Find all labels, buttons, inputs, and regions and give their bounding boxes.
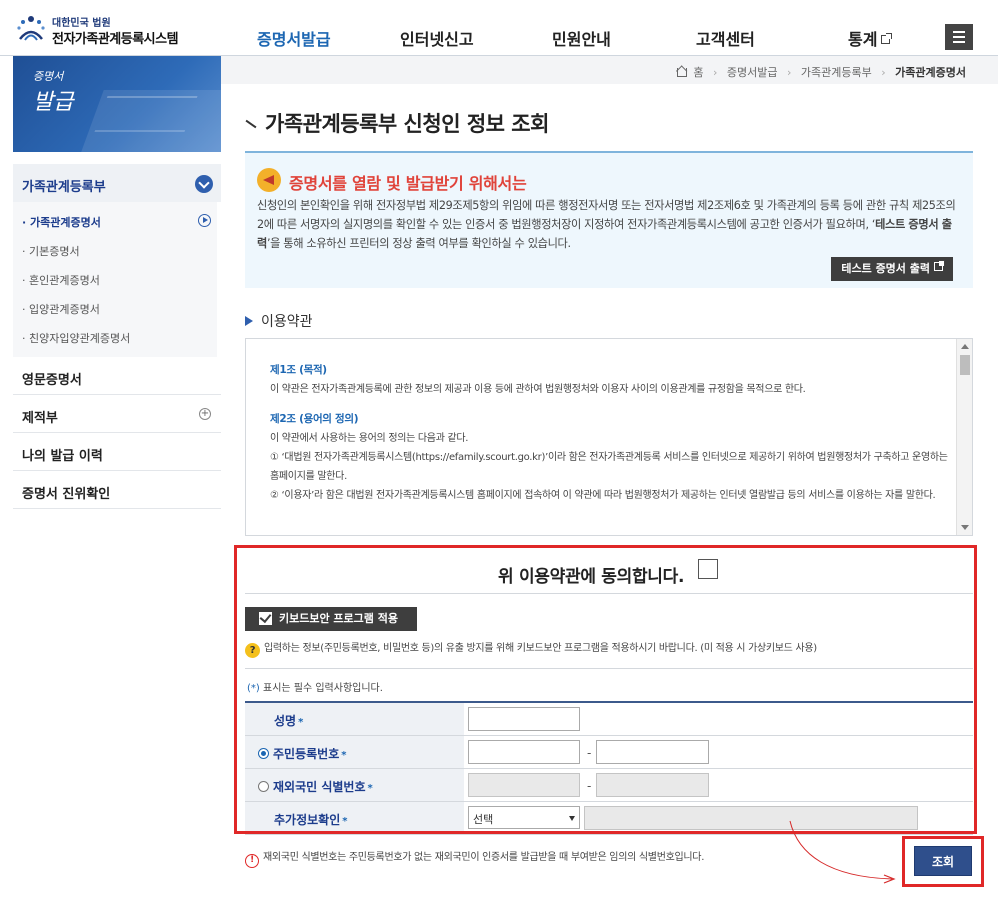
external-link-icon: [934, 260, 945, 271]
court-name: 대한민국 법원: [52, 18, 111, 29]
scroll-down-icon[interactable]: [961, 525, 969, 530]
exclamation-icon: !: [245, 854, 259, 868]
nav-civil-guide[interactable]: 민원안내: [552, 26, 611, 50]
terms-article-1-body: 이 약관은 전자가족관계등록에 관한 정보의 제공과 이용 등에 관하여 법원행…: [270, 384, 806, 395]
breadcrumb-current: 가족관계증명서: [895, 66, 966, 79]
breadcrumb-bar: 홈 › 증명서발급 › 가족관계등록부 › 가족관계증명서: [221, 56, 998, 84]
side-group-family-register[interactable]: 가족관계등록부: [13, 164, 221, 202]
side-sub-full-adoption[interactable]: · 친양자입양관계증명서: [13, 322, 217, 351]
terms-article-2-item-1: ① ‘대법원 전자가족관계등록시스템(https://efamily.scour…: [270, 452, 948, 482]
side-banner: 증명서 발급: [13, 56, 221, 152]
nav-statistics-label: 통계: [848, 30, 878, 49]
side-sub-marriage[interactable]: · 혼인관계증명서: [13, 264, 217, 293]
terms-article-2-title: 제2조 (용어의 정의): [270, 413, 359, 425]
scroll-thumb[interactable]: [960, 355, 970, 375]
foreign-id-warning: ! 재외국민 식별번호는 주민등록번호가 없는 재외국민이 인증서를 발급받을 때…: [245, 848, 704, 868]
nav-internet-report[interactable]: 인터넷신고: [400, 26, 474, 50]
test-print-button[interactable]: 테스트 증명서 출력: [831, 257, 953, 281]
side-item-removed-register[interactable]: 제적부 +: [13, 395, 221, 433]
page-title: 가족관계등록부 신청인 정보 조회: [245, 108, 549, 138]
form-highlight-box: [234, 545, 977, 834]
nav-customer-center[interactable]: 고객센터: [696, 26, 755, 50]
breadcrumb: 홈 › 증명서발급 › 가족관계등록부 › 가족관계증명서: [676, 64, 966, 80]
terms-scrollbar[interactable]: [956, 339, 972, 535]
terms-article-2-body: 이 약관에서 사용하는 용어의 정의는 다음과 같다.: [270, 433, 469, 444]
banner-big-text: 발급: [33, 90, 74, 115]
megaphone-icon: [257, 168, 281, 192]
terms-article-2-item-2: ② ‘이용자’라 함은 대법원 전자가족관계등록시스템 홈페이지에 접속하여 이…: [270, 490, 936, 501]
system-name: 전자가족관계등록시스템: [52, 32, 179, 47]
side-item-my-history[interactable]: 나의 발급 이력: [13, 433, 221, 471]
side-item-english-cert[interactable]: 영문증명서: [13, 357, 221, 395]
terms-section-title: 이용약관: [245, 311, 313, 331]
curved-arrow-icon: [789, 820, 896, 884]
banner-small-text: 증명서: [33, 70, 64, 83]
notice-body: 신청인의 본인확인을 위해 전자정부법 제29조제5항의 위임에 따른 행정전자…: [257, 199, 956, 250]
header: 대한민국 법원 전자가족관계등록시스템 증명서발급 인터넷신고 민원안내 고객센…: [0, 0, 998, 56]
breadcrumb-home[interactable]: 홈: [693, 66, 703, 79]
search-button[interactable]: 조회: [914, 846, 972, 876]
side-sub-adoption[interactable]: · 입양관계증명서: [13, 293, 217, 322]
side-nav: 가족관계등록부 · 가족관계증명서 · 기본증명서 · 혼인관계증명서 · 입양…: [13, 164, 221, 509]
notice-title: 증명서를 열람 및 발급받기 위해서는: [289, 174, 527, 193]
external-link-icon: [881, 33, 893, 44]
nav-certificate[interactable]: 증명서발급: [257, 26, 331, 50]
terms-article-1-title: 제1조 (목적): [270, 364, 327, 376]
breadcrumb-certificate[interactable]: 증명서발급: [727, 66, 778, 79]
court-logo-icon: [17, 16, 45, 41]
notice-box: 증명서를 열람 및 발급받기 위해서는 신청인의 본인확인을 위해 전자정부법 …: [245, 151, 973, 288]
scroll-up-icon[interactable]: [961, 344, 969, 349]
nav-statistics[interactable]: 통계: [848, 26, 893, 50]
home-icon[interactable]: [676, 68, 687, 77]
play-circle-icon: [198, 214, 211, 227]
side-group-label: 가족관계등록부: [22, 180, 106, 195]
side-sub-basic[interactable]: · 기본증명서: [13, 235, 217, 264]
terms-box[interactable]: 제1조 (목적) 이 약관은 전자가족관계등록에 관한 정보의 제공과 이용 등…: [245, 338, 973, 536]
side-sub-list: · 가족관계증명서 · 기본증명서 · 혼인관계증명서 · 입양관계증명서 · …: [13, 202, 217, 357]
logo[interactable]: 대한민국 법원 전자가족관계등록시스템: [14, 11, 194, 47]
plus-circle-icon[interactable]: +: [199, 408, 211, 420]
breadcrumb-family-register[interactable]: 가족관계등록부: [801, 66, 872, 79]
hamburger-menu-button[interactable]: [945, 24, 973, 50]
side-item-verify[interactable]: 증명서 진위확인: [13, 471, 221, 509]
side-sub-family-relation[interactable]: · 가족관계증명서: [13, 206, 217, 235]
chevron-down-icon[interactable]: [195, 175, 213, 193]
